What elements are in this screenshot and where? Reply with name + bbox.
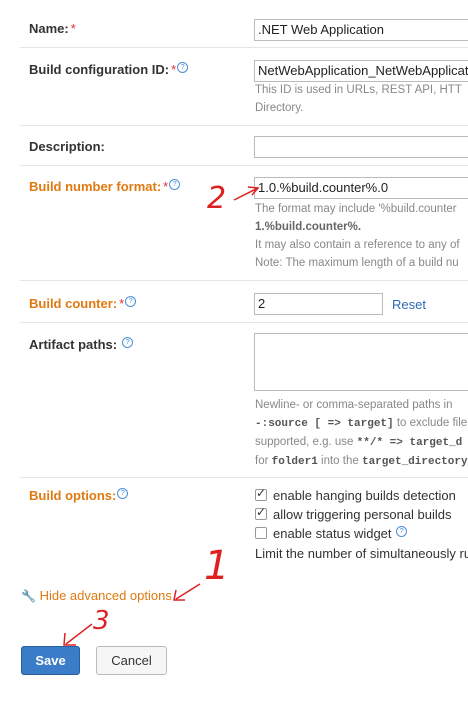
annotation-number-2: 2 — [207, 181, 227, 216]
annotation-arrow-1 — [175, 583, 201, 600]
annotation-number-1: 1 — [204, 543, 230, 589]
annotation-arrowhead-3 — [63, 632, 76, 646]
annotation-number-3: 3 — [93, 606, 110, 636]
annotation-arrow-3 — [65, 623, 93, 645]
annotation-arrow-2 — [233, 187, 259, 201]
annotation-overlay — [63, 186, 260, 646]
